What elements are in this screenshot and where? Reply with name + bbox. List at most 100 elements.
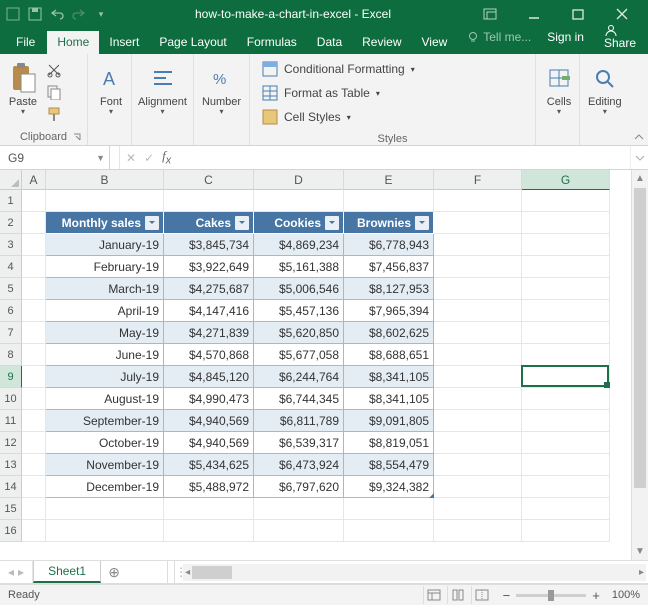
row-header[interactable]: 2 <box>0 212 22 234</box>
cell[interactable] <box>522 476 610 498</box>
column-header[interactable]: D <box>254 170 344 190</box>
editing-button[interactable]: Editing ▾ <box>584 58 626 118</box>
cell[interactable] <box>434 256 522 278</box>
cell[interactable] <box>522 212 610 234</box>
table-cell[interactable]: $4,147,416 <box>164 300 254 322</box>
cells-button[interactable]: Cells ▾ <box>540 58 578 118</box>
dialog-launcher-icon[interactable] <box>73 133 83 143</box>
number-button[interactable]: % Number ▾ <box>198 58 245 118</box>
tab-formulas[interactable]: Formulas <box>237 31 307 54</box>
table-cell[interactable]: June-19 <box>46 344 164 366</box>
scroll-down-icon[interactable]: ▼ <box>632 543 648 560</box>
cell[interactable] <box>434 454 522 476</box>
table-cell[interactable]: July-19 <box>46 366 164 388</box>
row-headers[interactable]: 12345678910111213141516 <box>0 190 22 560</box>
table-cell[interactable]: $5,434,625 <box>164 454 254 476</box>
table-cell[interactable]: $8,819,051 <box>344 432 434 454</box>
cell[interactable] <box>434 476 522 498</box>
scroll-right-icon[interactable]: ▸ <box>639 567 644 578</box>
cell[interactable] <box>22 432 46 454</box>
table-cell[interactable]: $3,922,649 <box>164 256 254 278</box>
column-header[interactable]: B <box>46 170 164 190</box>
cell[interactable] <box>22 322 46 344</box>
format-as-table-button[interactable]: Format as Table ▾ <box>262 82 380 104</box>
redo-icon[interactable] <box>70 5 88 23</box>
table-header[interactable]: Monthly sales <box>46 212 164 234</box>
cell[interactable] <box>344 520 434 542</box>
filter-icon[interactable] <box>145 216 159 230</box>
column-header[interactable]: G <box>522 170 610 190</box>
cell[interactable] <box>22 498 46 520</box>
cell[interactable] <box>434 234 522 256</box>
tab-home[interactable]: Home <box>47 31 99 54</box>
cell[interactable] <box>254 190 344 212</box>
table-cell[interactable]: $9,324,382 <box>344 476 434 498</box>
table-cell[interactable]: February-19 <box>46 256 164 278</box>
cell[interactable] <box>22 234 46 256</box>
cell[interactable] <box>434 432 522 454</box>
table-cell[interactable]: $6,797,620 <box>254 476 344 498</box>
selected-cell[interactable] <box>521 365 609 387</box>
table-cell[interactable]: $4,990,473 <box>164 388 254 410</box>
table-cell[interactable]: $8,341,105 <box>344 388 434 410</box>
cell[interactable] <box>22 344 46 366</box>
table-cell[interactable]: $5,620,850 <box>254 322 344 344</box>
copy-icon[interactable] <box>46 82 62 102</box>
chevron-down-icon[interactable]: ▼ <box>96 153 105 163</box>
sign-in-link[interactable]: Sign in <box>537 26 594 48</box>
row-header[interactable]: 10 <box>0 388 22 410</box>
table-cell[interactable]: $6,811,789 <box>254 410 344 432</box>
table-cell[interactable]: $5,457,136 <box>254 300 344 322</box>
cell[interactable] <box>434 212 522 234</box>
cell[interactable] <box>22 190 46 212</box>
tab-file[interactable]: File <box>2 31 47 54</box>
cell[interactable] <box>22 278 46 300</box>
table-cell[interactable]: $6,244,764 <box>254 366 344 388</box>
table-cell[interactable]: $7,965,394 <box>344 300 434 322</box>
tab-view[interactable]: View <box>412 31 458 54</box>
tab-insert[interactable]: Insert <box>99 31 149 54</box>
select-all-corner[interactable] <box>0 170 22 190</box>
row-header[interactable]: 3 <box>0 234 22 256</box>
zoom-in-button[interactable]: + <box>592 588 600 603</box>
cell[interactable] <box>434 520 522 542</box>
horizontal-scrollbar[interactable]: ◂ ▸ <box>183 564 646 581</box>
cell[interactable] <box>434 322 522 344</box>
undo-icon[interactable] <box>48 5 66 23</box>
row-header[interactable]: 11 <box>0 410 22 432</box>
table-cell[interactable]: $5,677,058 <box>254 344 344 366</box>
cell[interactable] <box>434 278 522 300</box>
tab-review[interactable]: Review <box>352 31 411 54</box>
row-header[interactable]: 8 <box>0 344 22 366</box>
column-header[interactable]: A <box>22 170 46 190</box>
cell[interactable] <box>254 498 344 520</box>
cell[interactable] <box>522 520 610 542</box>
row-header[interactable]: 4 <box>0 256 22 278</box>
name-box[interactable]: G9 ▼ <box>0 146 110 169</box>
tell-me[interactable]: Tell me... <box>461 30 537 44</box>
row-header[interactable]: 15 <box>0 498 22 520</box>
cell[interactable] <box>522 432 610 454</box>
cell[interactable] <box>434 190 522 212</box>
cell[interactable] <box>22 388 46 410</box>
cell[interactable] <box>46 190 164 212</box>
filter-icon[interactable] <box>415 216 429 230</box>
column-header[interactable]: E <box>344 170 434 190</box>
cell[interactable] <box>434 366 522 388</box>
cell[interactable] <box>522 344 610 366</box>
table-cell[interactable]: $4,940,569 <box>164 432 254 454</box>
zoom-out-button[interactable]: − <box>503 588 511 603</box>
normal-view-icon[interactable] <box>423 586 445 604</box>
table-cell[interactable]: $8,688,651 <box>344 344 434 366</box>
cell-styles-button[interactable]: Cell Styles ▾ <box>262 106 351 128</box>
minimize-icon[interactable] <box>512 0 556 28</box>
row-header[interactable]: 9 <box>0 366 22 388</box>
cell[interactable] <box>522 278 610 300</box>
filter-icon[interactable] <box>235 216 249 230</box>
table-cell[interactable]: May-19 <box>46 322 164 344</box>
cell[interactable] <box>434 344 522 366</box>
table-cell[interactable]: $7,456,837 <box>344 256 434 278</box>
cell[interactable] <box>22 410 46 432</box>
cell[interactable] <box>22 366 46 388</box>
table-cell[interactable]: January-19 <box>46 234 164 256</box>
